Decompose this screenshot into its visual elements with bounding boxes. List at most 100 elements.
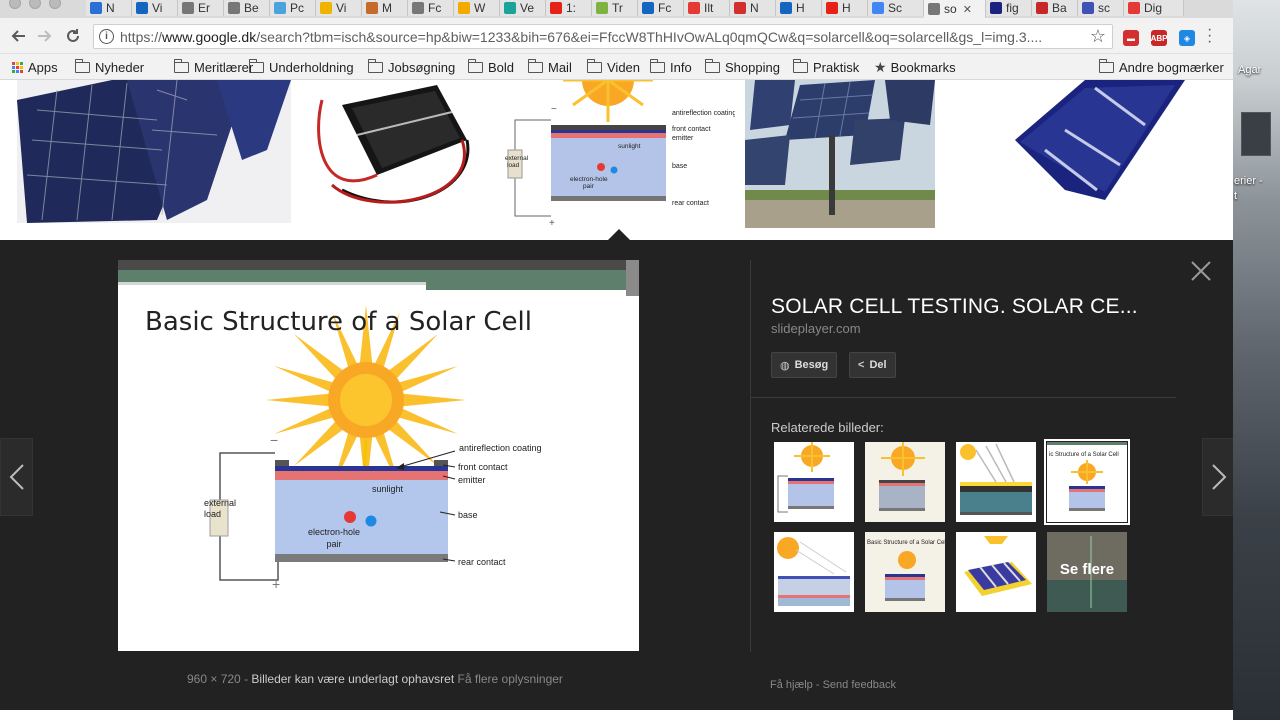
forward-button[interactable]	[34, 25, 56, 47]
browser-menu-icon[interactable]: · · ·	[1207, 22, 1212, 50]
browser-tab[interactable]: Sc	[868, 0, 924, 16]
result-title[interactable]: SOLAR CELL TESTING. SOLAR CE...	[771, 295, 1138, 319]
result-thumbnail-cell[interactable]	[1005, 80, 1185, 205]
see-more-tile[interactable]: Se flere	[1047, 532, 1127, 612]
window-close-dot[interactable]	[9, 0, 21, 9]
close-preview-button[interactable]	[1188, 260, 1214, 286]
browser-tab[interactable]: H	[776, 0, 822, 16]
tab-favicon-icon	[136, 2, 148, 14]
browser-tab[interactable]: fig	[986, 0, 1032, 16]
share-button[interactable]: < Del	[849, 352, 896, 378]
tab-favicon-icon	[990, 2, 1002, 14]
browser-tab[interactable]: W	[454, 0, 500, 16]
result-thumbnail-diagram[interactable]: antireflection coating front contact emi…	[503, 80, 735, 230]
bookmark-folder[interactable]: Viden	[586, 58, 640, 76]
related-image-1[interactable]	[774, 442, 854, 522]
adblock-plus-icon[interactable]: ABP	[1151, 30, 1167, 46]
previous-image-button[interactable]	[0, 438, 33, 516]
result-thumbnail-panels[interactable]	[17, 80, 291, 223]
browser-tab[interactable]: Ilt	[684, 0, 730, 16]
browser-tab[interactable]: Ba	[1032, 0, 1078, 16]
tab-label: Vi	[336, 1, 347, 15]
browser-tab[interactable]: sc	[1078, 0, 1124, 16]
browser-tab[interactable]: Fc	[638, 0, 684, 16]
svg-text:sunlight: sunlight	[618, 143, 641, 150]
window-minimize-dot[interactable]	[29, 0, 41, 9]
related-image-2[interactable]	[865, 442, 945, 522]
tab-close-icon[interactable]: ✕	[963, 3, 972, 16]
browser-tab[interactable]: Tr	[592, 0, 638, 16]
tab-label: Er	[198, 1, 210, 15]
browser-tab[interactable]: Er	[178, 0, 224, 16]
related-image-2-art	[865, 442, 945, 522]
visit-button[interactable]: ◍ Besøg	[771, 352, 838, 378]
footer-separator: -	[815, 679, 820, 691]
bookmark-folder[interactable]: Jobsøgning	[367, 58, 455, 76]
svg-text:+: +	[549, 218, 555, 229]
help-link[interactable]: Få hjælp	[770, 679, 813, 691]
bookmark-folder[interactable]: Shopping	[704, 58, 780, 76]
teal-ext-icon[interactable]: ◈	[1179, 30, 1195, 46]
browser-tab[interactable]: Ve	[500, 0, 546, 16]
reload-button[interactable]	[62, 25, 84, 47]
browser-tab[interactable]: N	[730, 0, 776, 16]
send-feedback-link[interactable]: Send feedback	[823, 679, 896, 691]
related-image-5[interactable]	[774, 532, 854, 612]
window-zoom-dot[interactable]	[49, 0, 61, 9]
result-source[interactable]: slideplayer.com	[771, 321, 861, 336]
info-icon[interactable]: i	[99, 29, 114, 44]
tab-favicon-icon	[780, 2, 792, 14]
related-image-3[interactable]	[956, 442, 1036, 522]
tab-favicon-icon	[826, 2, 838, 14]
other-bookmarks-folder[interactable]: Andre bogmærker	[1098, 58, 1224, 76]
related-image-4-selected[interactable]: ic Structure of a Solar Cell	[1044, 439, 1130, 525]
youtube-ext-icon[interactable]: ▬	[1123, 30, 1139, 46]
browser-tab[interactable]: Fc	[408, 0, 454, 16]
apps-shortcut[interactable]: Apps	[12, 58, 58, 76]
browser-tab[interactable]: 1:	[546, 0, 592, 16]
bookmark-star-icon[interactable]: ☆	[1090, 26, 1106, 47]
bookmark-folder[interactable]: Nyheder	[74, 58, 144, 76]
browser-tab[interactable]: Vi	[132, 0, 178, 16]
folder-icon	[367, 58, 383, 73]
bookmark-folder-label: Praktisk	[813, 59, 860, 75]
share-icon: <	[858, 359, 865, 371]
browser-tab[interactable]: Dig	[1124, 0, 1184, 16]
result-thumbnail-tracker[interactable]	[745, 80, 935, 228]
label-emitter: emitter	[458, 475, 486, 485]
image-caption: 960 × 720 - Billeder kan være underlagt …	[187, 672, 563, 686]
bookmark-folder[interactable]: Mail	[527, 58, 572, 76]
tab-label: Tr	[612, 1, 623, 15]
browser-tab[interactable]: Vi	[316, 0, 362, 16]
result-thumbnail-mini-panel[interactable]	[302, 80, 492, 223]
related-image-7[interactable]	[956, 532, 1036, 612]
related-image-6[interactable]: Basic Structure of a Solar Cell	[865, 532, 945, 612]
back-button[interactable]	[7, 25, 29, 47]
bookmark-folder[interactable]: Praktisk	[792, 58, 860, 76]
url-scheme: https://	[120, 29, 163, 45]
tab-label: Vi	[152, 1, 163, 15]
bookmark-folder-label: Meritlærer	[194, 59, 254, 75]
tab-label: Pc	[290, 1, 305, 15]
preview-image[interactable]: Basic Structure of a Solar Cell antirefl…	[118, 260, 639, 651]
browser-tab[interactable]: Be	[224, 0, 270, 16]
browser-tab[interactable]: N	[86, 0, 132, 16]
bookmark-folder[interactable]: Underholdning	[248, 58, 354, 76]
next-image-button[interactable]	[1202, 438, 1233, 516]
more-info-link[interactable]: Få flere oplysninger	[458, 672, 563, 686]
image-dimensions: 960 × 720	[187, 672, 241, 686]
bookmark-folder[interactable]: Info	[649, 58, 692, 76]
diagram-thumbnail-image: antireflection coating front contact emi…	[503, 80, 735, 230]
bookmark-folder[interactable]: Meritlærer	[173, 58, 254, 76]
browser-tab[interactable]: M	[362, 0, 408, 16]
browser-tab[interactable]: H	[822, 0, 868, 16]
address-bar[interactable]: i https://www.google.dk/search?tbm=isch&…	[93, 24, 1113, 49]
url-text[interactable]: https://www.google.dk/search?tbm=isch&so…	[120, 29, 1080, 45]
bookmark-folder-label: Bold	[488, 59, 515, 75]
browser-tab[interactable]: Pc	[270, 0, 316, 16]
solar-panels-image	[17, 80, 291, 223]
desktop-file-icon[interactable]	[1241, 112, 1271, 156]
bookmark-folder[interactable]: Bold	[467, 58, 515, 76]
browser-tab[interactable]: so ✕	[924, 0, 986, 18]
bookmarks-shortcut[interactable]: ★ Bookmarks	[874, 58, 956, 76]
